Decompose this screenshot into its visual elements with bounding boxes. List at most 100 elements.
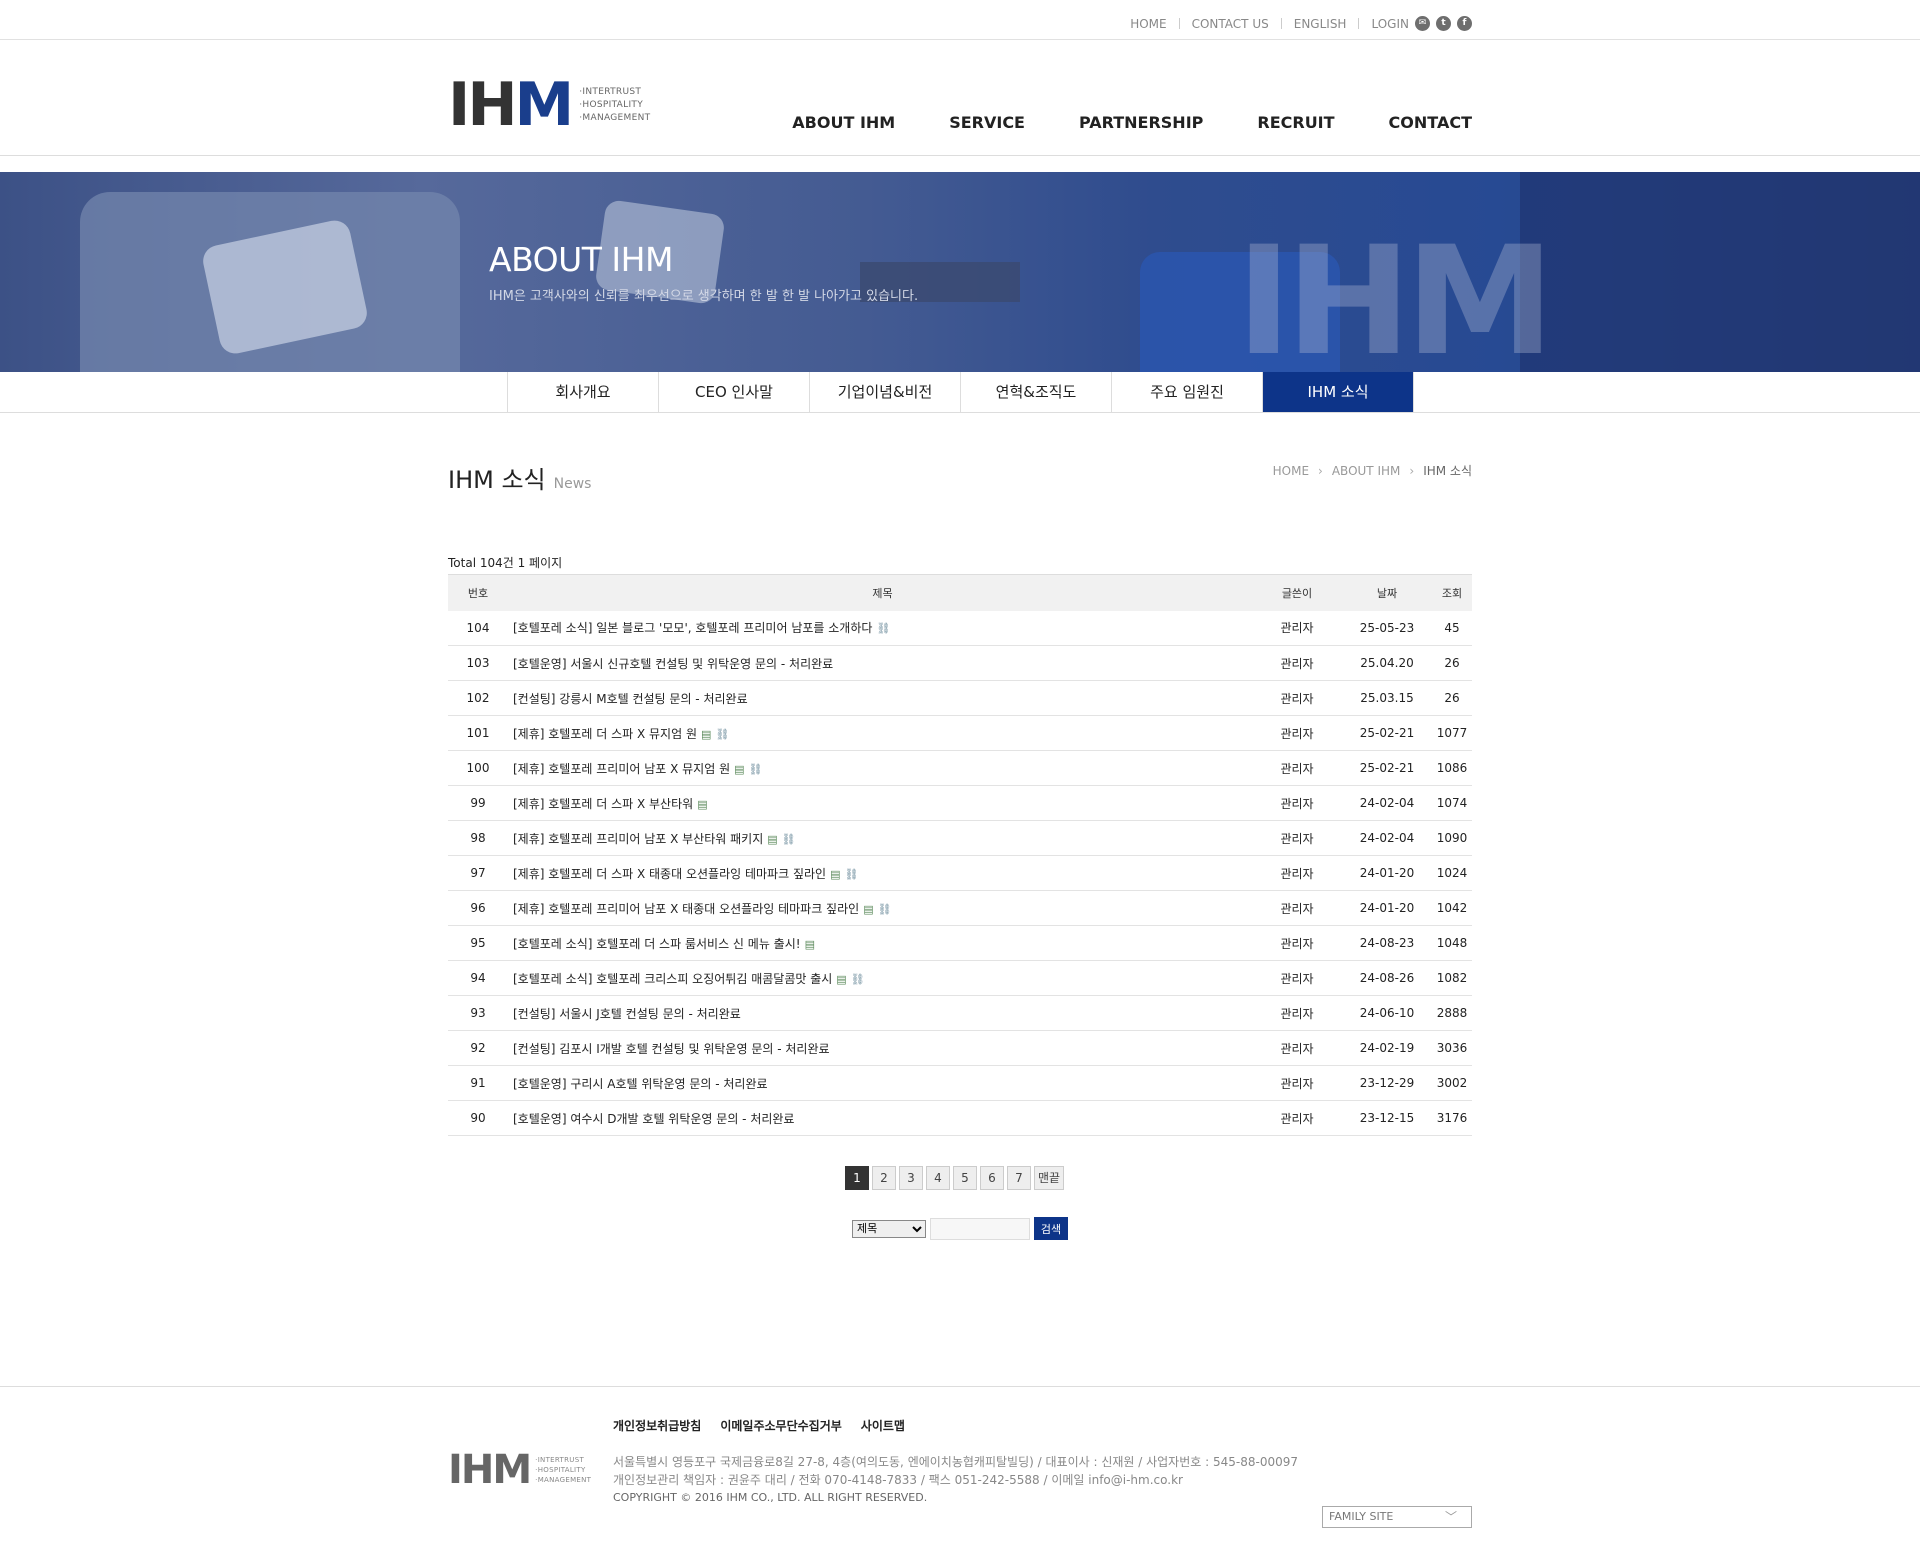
col-date: 날짜 xyxy=(1342,574,1432,611)
row-title-cell: [제휴] 호텔포레 프리미어 남포 X 부산타워 패키지 ▤ ⛓ xyxy=(508,820,1252,856)
row-number: 100 xyxy=(448,750,508,786)
tab-history[interactable]: 연혁&조직도 xyxy=(961,372,1112,412)
site-logo[interactable]: IHM ·INTERTRUST ·HOSPITALITY ·MANAGEMENT xyxy=(448,70,650,140)
breadcrumb-about[interactable]: ABOUT IHM xyxy=(1332,464,1401,478)
page-link[interactable]: 3 xyxy=(899,1166,923,1190)
file-icon: ▤ xyxy=(734,762,745,776)
row-title-link[interactable]: [제휴] 호텔포레 프리미어 남포 X 뮤지엄 원 xyxy=(513,762,730,776)
footer-logo-tagline: ·INTERTRUST ·HOSPITALITY ·MANAGEMENT xyxy=(535,1456,592,1484)
row-number: 103 xyxy=(448,645,508,681)
row-writer: 관리자 xyxy=(1252,855,1342,891)
search-field-select[interactable]: 제목 xyxy=(852,1219,926,1238)
nav-contact[interactable]: CONTACT xyxy=(1389,113,1472,132)
divider xyxy=(1358,18,1360,29)
tab-news[interactable]: IHM 소식 xyxy=(1263,372,1414,412)
row-title-link[interactable]: [호텔포레 소식] 일본 블로그 '모모', 호텔포레 프리미어 남포를 소개하… xyxy=(513,621,872,635)
row-hits: 3036 xyxy=(1432,1030,1472,1066)
breadcrumb-home[interactable]: HOME xyxy=(1273,464,1309,478)
nav-about-ihm[interactable]: ABOUT IHM xyxy=(792,113,895,132)
page-link[interactable]: 7 xyxy=(1007,1166,1031,1190)
chevron-right-icon: › xyxy=(1318,463,1323,478)
row-title-link[interactable]: [호텔포레 소식] 호텔포레 크리스피 오징어튀김 매콤달콤맛 출시 xyxy=(513,972,832,986)
table-row: 98 [제휴] 호텔포레 프리미어 남포 X 부산타워 패키지 ▤ ⛓ 관리자 24-02… xyxy=(448,820,1472,856)
footer-email-policy-link[interactable]: 이메일주소무단수집거부 xyxy=(720,1417,841,1434)
top-utility-bar: HOME CONTACT US ENGLISH LOGIN ✉ t f xyxy=(0,0,1920,40)
search-button[interactable]: 검색 xyxy=(1034,1217,1068,1240)
tab-executives[interactable]: 주요 임원진 xyxy=(1112,372,1263,412)
util-english-link[interactable]: ENGLISH xyxy=(1294,17,1347,31)
mail-icon[interactable]: ✉ xyxy=(1415,16,1430,31)
link-icon: ⛓ xyxy=(781,832,796,846)
row-writer: 관리자 xyxy=(1252,680,1342,716)
footer-copyright: COPYRIGHT © 2016 IHM CO., LTD. ALL RIGHT… xyxy=(613,1491,928,1504)
row-hits: 26 xyxy=(1432,680,1472,716)
page-link[interactable]: 2 xyxy=(872,1166,896,1190)
row-writer: 관리자 xyxy=(1252,890,1342,926)
row-hits: 1042 xyxy=(1432,890,1472,926)
row-title-link[interactable]: [호텔운영] 구리시 A호텔 위탁운영 문의 - 처리완료 xyxy=(513,1077,768,1091)
row-title-link[interactable]: [호텔운영] 서울시 신규호텔 컨설팅 및 위탁운영 문의 - 처리완료 xyxy=(513,657,833,671)
hero-subtitle: IHM은 고객사와의 신뢰를 최우선으로 생각하며 한 발 한 발 나아가고 있… xyxy=(489,289,919,304)
divider xyxy=(1178,18,1180,29)
row-title-link[interactable]: [제휴] 호텔포레 프리미어 남포 X 태종대 오션플라잉 테마파크 짚라인 xyxy=(513,902,859,916)
page-last-link[interactable]: 맨끝 xyxy=(1034,1166,1065,1190)
row-hits: 26 xyxy=(1432,645,1472,681)
tab-vision[interactable]: 기업이념&비전 xyxy=(810,372,961,412)
row-title-cell: [컨설팅] 서울시 J호텔 컨설팅 문의 - 처리완료 xyxy=(508,995,1252,1031)
facebook-icon[interactable]: f xyxy=(1457,16,1472,31)
table-row: 104 [호텔포레 소식] 일본 블로그 '모모', 호텔포레 프리미어 남포를 … xyxy=(448,610,1472,646)
row-writer: 관리자 xyxy=(1252,785,1342,821)
util-home-link[interactable]: HOME xyxy=(1130,17,1166,31)
row-date: 24-08-23 xyxy=(1342,925,1432,961)
tab-company-overview[interactable]: 회사개요 xyxy=(508,372,659,412)
footer-sitemap-link[interactable]: 사이트맵 xyxy=(861,1417,905,1434)
row-date: 23-12-29 xyxy=(1342,1065,1432,1101)
page-link[interactable]: 4 xyxy=(926,1166,950,1190)
row-writer: 관리자 xyxy=(1252,1030,1342,1066)
row-writer: 관리자 xyxy=(1252,1100,1342,1136)
page-link[interactable]: 6 xyxy=(980,1166,1004,1190)
table-row: 102 [컨설팅] 강릉시 M호텔 컨설팅 문의 - 처리완료 관리자 25.03.1… xyxy=(448,680,1472,716)
twitter-icon[interactable]: t xyxy=(1436,16,1451,31)
table-row: 95 [호텔포레 소식] 호텔포레 더 스파 룸서비스 신 메뉴 출시! ▤ 관리자 2… xyxy=(448,925,1472,961)
row-title-link[interactable]: [제휴] 호텔포레 더 스파 X 뮤지엄 원 xyxy=(513,727,697,741)
search-input[interactable] xyxy=(930,1217,1030,1240)
row-title-cell: [호텔운영] 여수시 D개발 호텔 위탁운영 문의 - 처리완료 xyxy=(508,1100,1252,1136)
col-number: 번호 xyxy=(448,574,508,611)
link-icon: ⛓ xyxy=(715,727,730,741)
file-icon: ▤ xyxy=(830,867,841,881)
row-title-link[interactable]: [컨설팅] 강릉시 M호텔 컨설팅 문의 - 처리완료 xyxy=(513,692,748,706)
family-site-select[interactable]: FAMILY SITE ﹀ xyxy=(1322,1506,1472,1528)
row-title-cell: [제휴] 호텔포레 더 스파 X 태종대 오션플라잉 테마파크 짚라인 ▤ ⛓ xyxy=(508,855,1252,891)
row-title-link[interactable]: [제휴] 호텔포레 프리미어 남포 X 부산타워 패키지 xyxy=(513,832,763,846)
row-title-link[interactable]: [제휴] 호텔포레 더 스파 X 태종대 오션플라잉 테마파크 짚라인 xyxy=(513,867,826,881)
row-writer: 관리자 xyxy=(1252,820,1342,856)
row-writer: 관리자 xyxy=(1252,995,1342,1031)
row-title-link[interactable]: [호텔운영] 여수시 D개발 호텔 위탁운영 문의 - 처리완료 xyxy=(513,1112,794,1126)
board-total-count: Total 104건 1 페이지 xyxy=(448,556,563,570)
row-title-link[interactable]: [제휴] 호텔포레 더 스파 X 부산타워 xyxy=(513,797,693,811)
row-title-cell: [호텔포레 소식] 호텔포레 더 스파 룸서비스 신 메뉴 출시! ▤ xyxy=(508,925,1252,961)
nav-partnership[interactable]: PARTNERSHIP xyxy=(1079,113,1203,132)
nav-service[interactable]: SERVICE xyxy=(949,113,1025,132)
page-link[interactable]: 5 xyxy=(953,1166,977,1190)
board-search: 제목 검색 xyxy=(852,1217,1068,1240)
row-number: 101 xyxy=(448,715,508,751)
row-title-link[interactable]: [컨설팅] 서울시 J호텔 컨설팅 문의 - 처리완료 xyxy=(513,1007,741,1021)
row-date: 24-02-19 xyxy=(1342,1030,1432,1066)
row-title-cell: [컨설팅] 강릉시 M호텔 컨설팅 문의 - 처리완료 xyxy=(508,680,1252,716)
nav-recruit[interactable]: RECRUIT xyxy=(1257,113,1334,132)
table-row: 99 [제휴] 호텔포레 더 스파 X 부산타워 ▤ 관리자 24-02-04 1074 xyxy=(448,785,1472,821)
hero-watermark-logo: IHM xyxy=(1236,215,1555,372)
hero-title: ABOUT IHM xyxy=(489,240,673,279)
util-login-link[interactable]: LOGIN xyxy=(1371,17,1409,31)
logo-mark: IHM xyxy=(448,70,574,140)
page-link[interactable]: 1 xyxy=(845,1166,869,1190)
row-title-link[interactable]: [컨설팅] 김포시 I개발 호텔 컨설팅 및 위탁운영 문의 - 처리완료 xyxy=(513,1042,830,1056)
footer-privacy-link[interactable]: 개인정보취급방침 xyxy=(613,1417,701,1434)
tab-ceo-greeting[interactable]: CEO 인사말 xyxy=(659,372,810,412)
util-contact-us-link[interactable]: CONTACT US xyxy=(1192,17,1269,31)
row-date: 24-06-10 xyxy=(1342,995,1432,1031)
table-row: 93 [컨설팅] 서울시 J호텔 컨설팅 문의 - 처리완료 관리자 24-06-10… xyxy=(448,995,1472,1031)
row-title-link[interactable]: [호텔포레 소식] 호텔포레 더 스파 룸서비스 신 메뉴 출시! xyxy=(513,937,801,951)
